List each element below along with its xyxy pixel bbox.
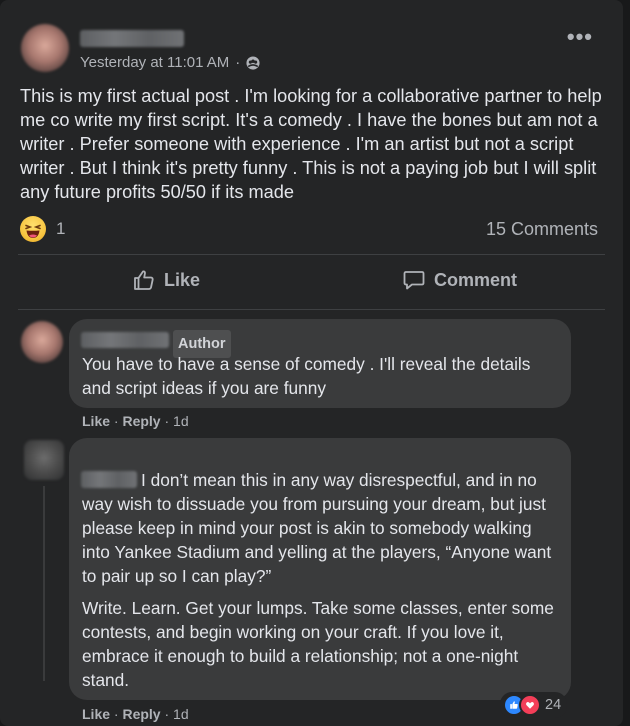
poster-avatar[interactable]: [21, 24, 69, 72]
post-timestamp[interactable]: Yesterday at 11:01 AM: [80, 54, 229, 71]
love-icon: [519, 694, 541, 716]
comments-count[interactable]: 15 Comments: [486, 219, 598, 240]
like-button[interactable]: Like: [132, 268, 200, 292]
comment-reaction-count: 24: [545, 697, 562, 713]
comment-like-button[interactable]: Like: [82, 413, 110, 429]
post-text: This is my first actual post . I'm looki…: [20, 86, 602, 202]
comment-reply-button[interactable]: Reply: [122, 706, 160, 722]
haha-icon: [20, 216, 46, 242]
poster-name-redacted[interactable]: [80, 30, 184, 47]
post-card: Yesterday at 11:01 AM · ••• This is my f…: [0, 0, 623, 726]
separator-dot: ·: [164, 706, 170, 722]
comment-text-p2: Write. Learn. Get your lumps. Take some …: [82, 598, 554, 690]
comment-bubble-author: Author You have to have a sense of comed…: [69, 319, 571, 408]
more-options-icon[interactable]: •••: [567, 26, 593, 48]
comment-age[interactable]: 1d: [173, 706, 189, 722]
separator-dot: ·: [113, 706, 119, 722]
comment-reactions[interactable]: 24: [500, 692, 568, 718]
comment-paragraph-1: I don’t mean this in any way disrespectf…: [82, 470, 552, 586]
reaction-count[interactable]: 1: [56, 219, 65, 239]
separator-dot: ·: [164, 413, 170, 429]
comment-text: You have to have a sense of comedy . I'l…: [82, 354, 531, 398]
comment-label: Comment: [434, 269, 518, 290]
divider-top: [18, 254, 605, 255]
separator-dot: ·: [235, 54, 241, 71]
comment-bubble: I don’t mean this in any way disrespectf…: [69, 438, 571, 700]
thread-line: [43, 486, 45, 681]
commenter-avatar[interactable]: [21, 321, 63, 363]
comment-button[interactable]: Comment: [402, 268, 517, 292]
divider-bottom: [18, 309, 605, 310]
thumbs-up-icon: [132, 268, 156, 292]
commenter-avatar[interactable]: [24, 440, 64, 480]
post-reactions[interactable]: 1: [20, 216, 65, 242]
like-label: Like: [164, 269, 201, 290]
comment-age[interactable]: 1d: [173, 413, 189, 429]
comment-like-button[interactable]: Like: [82, 706, 110, 722]
comment-reply-button[interactable]: Reply: [122, 413, 160, 429]
comment-actions: Like · Reply · 1d: [82, 706, 189, 722]
post-meta: Yesterday at 11:01 AM ·: [80, 54, 260, 71]
comment-icon: [402, 268, 426, 292]
comment-text-p1: I don’t mean this in any way disrespectf…: [82, 468, 560, 588]
commenter-name-redacted[interactable]: [81, 332, 169, 348]
group-icon: [246, 55, 260, 70]
comment-actions: Like · Reply · 1d: [82, 413, 189, 429]
separator-dot: ·: [113, 413, 119, 429]
